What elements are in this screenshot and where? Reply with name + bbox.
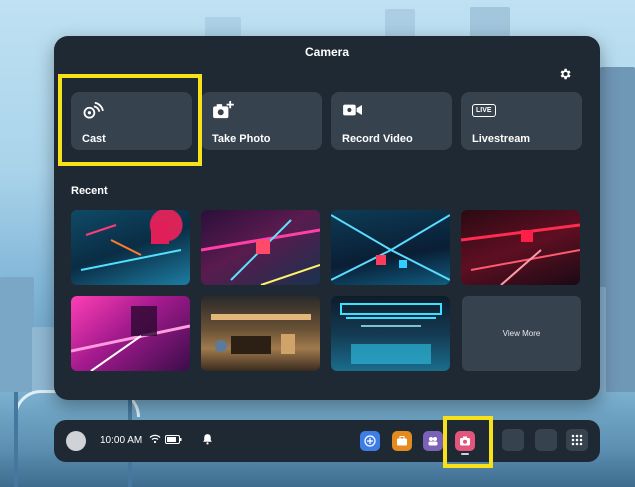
recent-capture-2[interactable] bbox=[201, 210, 320, 285]
recent-capture-3[interactable] bbox=[331, 210, 450, 285]
empty-app-slot[interactable] bbox=[502, 429, 524, 451]
record-video-button[interactable]: Record Video bbox=[331, 92, 452, 150]
take-photo-button[interactable]: Take Photo bbox=[201, 92, 322, 150]
work-app-button[interactable] bbox=[392, 431, 412, 451]
clock-time: 10:00 AM bbox=[100, 435, 143, 446]
camera-panel: Camera Cast Take Photo Record Video LIVE… bbox=[54, 36, 600, 400]
camera-app-button[interactable] bbox=[455, 431, 475, 451]
battery-icon bbox=[165, 435, 182, 444]
recent-capture-6[interactable] bbox=[201, 296, 320, 371]
store-icon bbox=[364, 435, 376, 447]
taskbar: 10:00 AM bbox=[54, 420, 600, 462]
recent-capture-1[interactable] bbox=[71, 210, 190, 285]
people-app-button[interactable] bbox=[423, 431, 443, 451]
active-app-indicator bbox=[461, 453, 469, 455]
take-photo-label: Take Photo bbox=[212, 133, 271, 145]
briefcase-icon bbox=[397, 436, 407, 446]
store-app-button[interactable] bbox=[360, 431, 380, 451]
cast-icon bbox=[83, 101, 104, 119]
record-video-label: Record Video bbox=[342, 133, 413, 145]
video-camera-icon bbox=[343, 104, 362, 116]
empty-app-slot[interactable] bbox=[535, 429, 557, 451]
view-more-label: View More bbox=[502, 329, 541, 338]
wifi-icon bbox=[149, 434, 161, 444]
people-icon bbox=[428, 437, 438, 446]
avatar[interactable] bbox=[66, 431, 86, 451]
recent-capture-4[interactable] bbox=[461, 210, 580, 285]
panel-title: Camera bbox=[304, 45, 350, 59]
livestream-label: Livestream bbox=[472, 133, 531, 145]
recent-heading: Recent bbox=[71, 185, 108, 197]
cast-button[interactable]: Cast bbox=[71, 92, 192, 150]
gear-icon[interactable] bbox=[558, 67, 572, 81]
camera-icon bbox=[460, 436, 470, 446]
cast-label: Cast bbox=[82, 133, 106, 145]
recent-capture-7[interactable] bbox=[331, 296, 450, 371]
live-badge-icon: LIVE bbox=[472, 104, 496, 117]
bell-icon[interactable] bbox=[202, 433, 213, 445]
add-photo-icon bbox=[213, 101, 234, 119]
grid-icon bbox=[571, 434, 583, 446]
view-more-button[interactable]: View More bbox=[462, 296, 581, 371]
recent-capture-5[interactable] bbox=[71, 296, 190, 371]
livestream-button[interactable]: LIVE Livestream bbox=[461, 92, 582, 150]
app-library-button[interactable] bbox=[566, 429, 588, 451]
